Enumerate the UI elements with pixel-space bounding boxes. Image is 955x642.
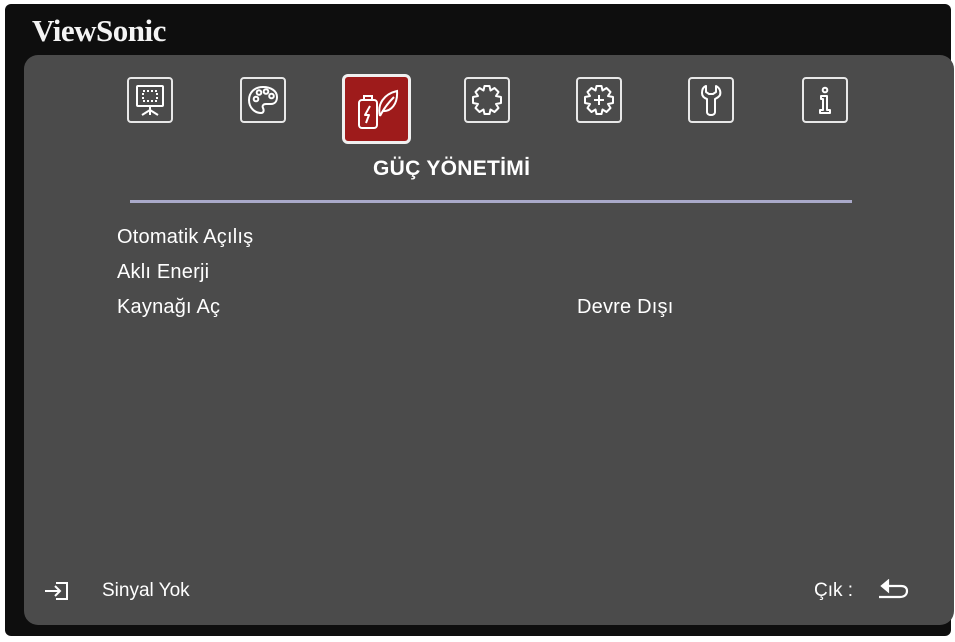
menu-item-smart-energy[interactable]: Aklı Enerji: [117, 261, 209, 284]
gear-icon: [472, 85, 502, 115]
tab-tools[interactable]: [688, 77, 734, 123]
input-source-icon: [45, 582, 68, 600]
return-arrow-icon: [879, 579, 909, 599]
tab-basic[interactable]: [464, 77, 510, 123]
wrench-icon: [701, 85, 722, 116]
info-icon: [819, 86, 831, 114]
power-leaf-icon: [358, 89, 399, 129]
menu-panel: GÜÇ YÖNETİMİ Otomatik Açılış Aklı Enerji…: [24, 55, 954, 625]
tab-advanced[interactable]: [576, 77, 622, 123]
signal-status-text: Sinyal Yok: [102, 580, 190, 601]
tab-color[interactable]: [240, 77, 286, 123]
advanced-gear-icon: [584, 85, 614, 115]
menu-item-source-power-on[interactable]: Kaynağı Aç: [117, 296, 220, 319]
exit-label: Çık :: [814, 580, 854, 601]
title-divider: [130, 200, 852, 203]
palette-icon: [247, 85, 279, 115]
tab-display[interactable]: [127, 77, 173, 123]
osd-frame: ViewSonic GÜÇ YÖNETİMİ Otomatik Açılış A…: [5, 4, 954, 636]
tab-information[interactable]: [802, 77, 848, 123]
menu-item-auto-power-on[interactable]: Otomatik Açılış: [117, 226, 253, 249]
tab-power-management[interactable]: [342, 74, 411, 144]
menu-item-source-power-on-value: Devre Dışı: [577, 296, 674, 318]
menu-title: GÜÇ YÖNETİMİ: [373, 157, 531, 180]
display-icon: [136, 85, 164, 116]
brand-logo: ViewSonic: [32, 13, 166, 48]
